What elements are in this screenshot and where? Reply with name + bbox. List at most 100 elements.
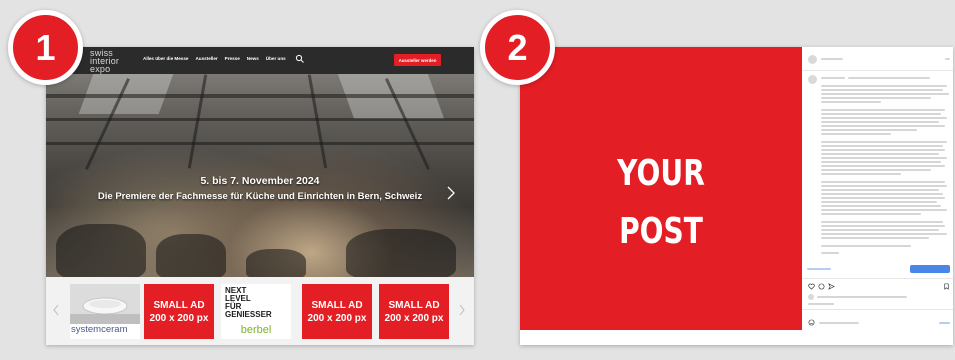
logo-line-3: expo (90, 64, 111, 74)
small-ad-2[interactable]: SMALL AD 200 x 200 px (302, 284, 372, 339)
caption-blur (821, 165, 945, 167)
berbel-slogan: NEXT LEVEL FÜR GENIESSER (225, 287, 272, 319)
ad-berbel[interactable]: NEXT LEVEL FÜR GENIESSER berbel (221, 284, 291, 339)
liker-avatar (808, 294, 814, 300)
aussteller-werden-button[interactable]: Aussteller werden (394, 54, 441, 66)
share-icon[interactable] (828, 283, 835, 290)
nav-item-aussteller[interactable]: Aussteller (195, 56, 217, 61)
nav-links: Alles über die Messe Aussteller Presse N… (143, 56, 286, 61)
comment-icon[interactable] (818, 283, 825, 290)
caption-blur (821, 117, 947, 119)
caption-blur (821, 153, 939, 155)
caption-blur (821, 233, 947, 235)
caption-blur (821, 109, 945, 111)
caption-blur (821, 209, 947, 211)
small-ad-title: SMALL AD (388, 299, 440, 311)
caption-blur (821, 85, 947, 87)
nav-item-presse[interactable]: Presse (225, 56, 240, 61)
nav-item-news[interactable]: News (247, 56, 259, 61)
nav-item-ueber-uns[interactable]: Über uns (266, 56, 286, 61)
crowd-shape (246, 249, 306, 277)
caption-avatar (808, 75, 817, 84)
social-post-screenshot: YOUR POST (520, 47, 953, 345)
boost-post-button[interactable] (910, 265, 950, 273)
search-icon[interactable] (295, 54, 305, 64)
avatar[interactable] (808, 55, 817, 64)
small-ad-3[interactable]: SMALL AD 200 x 200 px (379, 284, 449, 339)
caption-blur (821, 97, 931, 99)
caption-blur (821, 252, 839, 254)
caption-blur (821, 133, 891, 135)
bookmark-icon[interactable] (943, 283, 950, 290)
caption-blur (821, 125, 945, 127)
caption-blur (821, 89, 943, 91)
post-line-2: POST (619, 211, 703, 252)
caption-blur (821, 161, 941, 163)
site-navbar: swiss interior expo Alles über die Messe… (46, 47, 474, 74)
crowd-shape (156, 234, 226, 277)
divider (802, 70, 953, 71)
caption-blur (821, 193, 943, 195)
small-ad-1[interactable]: SMALL AD 200 x 200 px (144, 284, 214, 339)
caption-blur (821, 189, 939, 191)
post-line-1: YOUR (617, 153, 705, 194)
divider (802, 278, 953, 279)
berbel-logo: berbel (240, 324, 272, 336)
systemceram-logo: systemceram (71, 324, 128, 335)
chevron-right-icon[interactable] (458, 303, 466, 317)
smiley-icon[interactable] (808, 319, 815, 326)
small-ad-size: 200 x 200 px (384, 312, 444, 324)
hero-banner: 5. bis 7. November 2024 Die Premiere der… (46, 74, 474, 277)
heart-icon[interactable] (808, 283, 815, 290)
roof-beam (187, 74, 208, 169)
caption-blur (821, 221, 943, 223)
ad-carousel: systemceram SMALL AD 200 x 200 px NEXT L… (46, 277, 474, 345)
post-comment-button[interactable] (939, 322, 950, 324)
caption-blur (821, 205, 941, 207)
hero-subtitle: Die Premiere der Fachmesse für Küche und… (97, 191, 423, 202)
caption-blur (821, 225, 945, 227)
roof-beam (46, 94, 474, 98)
caption-blur (821, 149, 945, 151)
caption-blur (821, 201, 937, 203)
site-logo[interactable]: swiss interior expo (90, 49, 144, 74)
caption-blur (821, 101, 881, 103)
divider (802, 309, 953, 310)
chevron-right-icon[interactable] (447, 186, 455, 200)
insights-link[interactable] (807, 268, 831, 270)
caption-blur (821, 169, 931, 171)
liked-by-blur (817, 296, 907, 298)
caption-blur (848, 77, 930, 79)
post-placeholder-text: YOUR POST (551, 145, 771, 261)
caption-blur (821, 229, 939, 231)
caption-blur (821, 121, 939, 123)
caption-blur (821, 185, 947, 187)
nav-item-messe[interactable]: Alles über die Messe (143, 56, 188, 61)
caption-blur (821, 173, 901, 175)
step-badge-2: 2 (480, 10, 555, 85)
small-ad-size: 200 x 200 px (307, 312, 367, 324)
basin-image (70, 284, 140, 324)
post-sidebar (802, 47, 953, 345)
caption-blur (821, 237, 929, 239)
post-date-blur (808, 303, 834, 305)
more-options-icon[interactable] (945, 58, 950, 60)
caption-blur (821, 141, 947, 143)
caption-blur (821, 77, 845, 79)
small-ad-title: SMALL AD (311, 299, 363, 311)
crowd-shape (346, 229, 456, 277)
website-screenshot: swiss interior expo Alles über die Messe… (46, 47, 474, 345)
chevron-left-icon[interactable] (52, 303, 60, 317)
caption-blur (821, 181, 945, 183)
hero-date: 5. bis 7. November 2024 (200, 175, 320, 187)
account-name-blur (821, 58, 843, 60)
small-ad-title: SMALL AD (153, 299, 205, 311)
comment-input[interactable] (819, 322, 859, 324)
crowd-shape (56, 224, 146, 277)
roof-beam (307, 74, 328, 169)
caption-blur (821, 245, 911, 247)
step-badge-1: 1 (8, 10, 83, 85)
caption-blur (821, 113, 941, 115)
small-ad-size: 200 x 200 px (149, 312, 209, 324)
ad-systemceram[interactable]: systemceram (70, 284, 140, 339)
